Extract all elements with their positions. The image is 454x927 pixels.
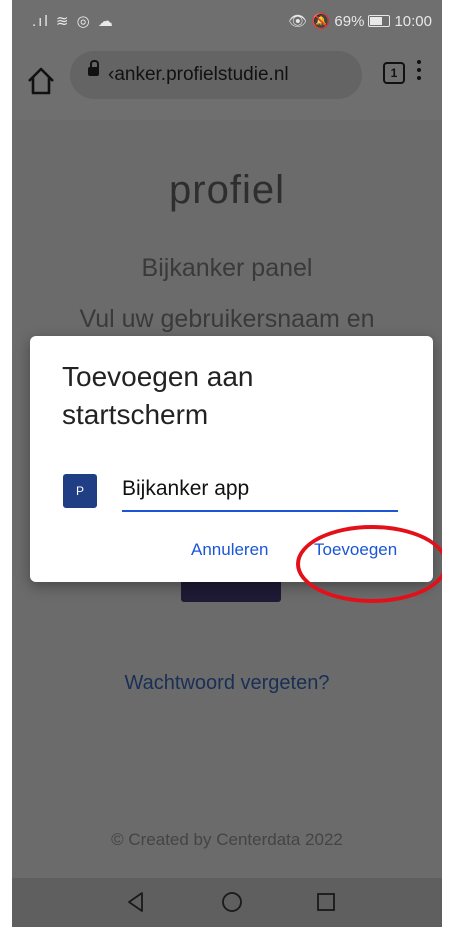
highlight-circle <box>296 525 442 603</box>
address-bar[interactable]: ‹anker.profielstudie.nl <box>70 51 362 99</box>
tab-switcher-button[interactable]: 1 <box>383 62 405 84</box>
dialog-title: Toevoegen aan startscherm <box>62 361 254 430</box>
back-icon[interactable] <box>124 890 148 914</box>
mute-icon: 🔕 <box>311 13 331 30</box>
phone-screen: .ıl ≋ ◎ ☁ 👁 🔕 69% 10:00 ‹anker.profielstu… <box>12 0 442 927</box>
battery-icon <box>368 15 391 27</box>
home-icon[interactable] <box>26 64 56 98</box>
footer-text: © Created by Centerdata 2022 <box>111 830 343 849</box>
android-nav-bar <box>12 878 442 927</box>
cancel-button[interactable]: Annuleren <box>191 540 269 560</box>
url-text: ‹anker.profielstudie.nl <box>108 64 289 85</box>
eye-icon: 👁 <box>288 13 308 30</box>
overflow-menu-icon[interactable] <box>414 60 424 86</box>
recents-icon[interactable] <box>314 890 338 914</box>
lock-icon <box>88 60 99 76</box>
clock: 10:00 <box>394 13 432 30</box>
status-right: 👁 🔕 69% 10:00 <box>288 12 432 30</box>
battery-percent: 69% <box>334 13 365 30</box>
signal-wifi-icons: .ıl ≋ ◎ ☁ <box>32 13 115 30</box>
home-nav-icon[interactable] <box>220 890 244 914</box>
status-bar: .ıl ≋ ◎ ☁ 👁 🔕 69% 10:00 <box>12 0 442 44</box>
app-icon: P <box>63 474 97 508</box>
login-instruction: Vul uw gebruikersnaam en <box>79 305 375 333</box>
browser-toolbar: ‹anker.profielstudie.nl 1 <box>12 44 442 120</box>
app-name-input[interactable] <box>122 470 398 512</box>
panel-title: Bijkanker panel <box>141 254 313 282</box>
forgot-password-link[interactable]: Wachtwoord vergeten? <box>12 672 442 695</box>
profiel-logo: profiel <box>169 168 285 212</box>
